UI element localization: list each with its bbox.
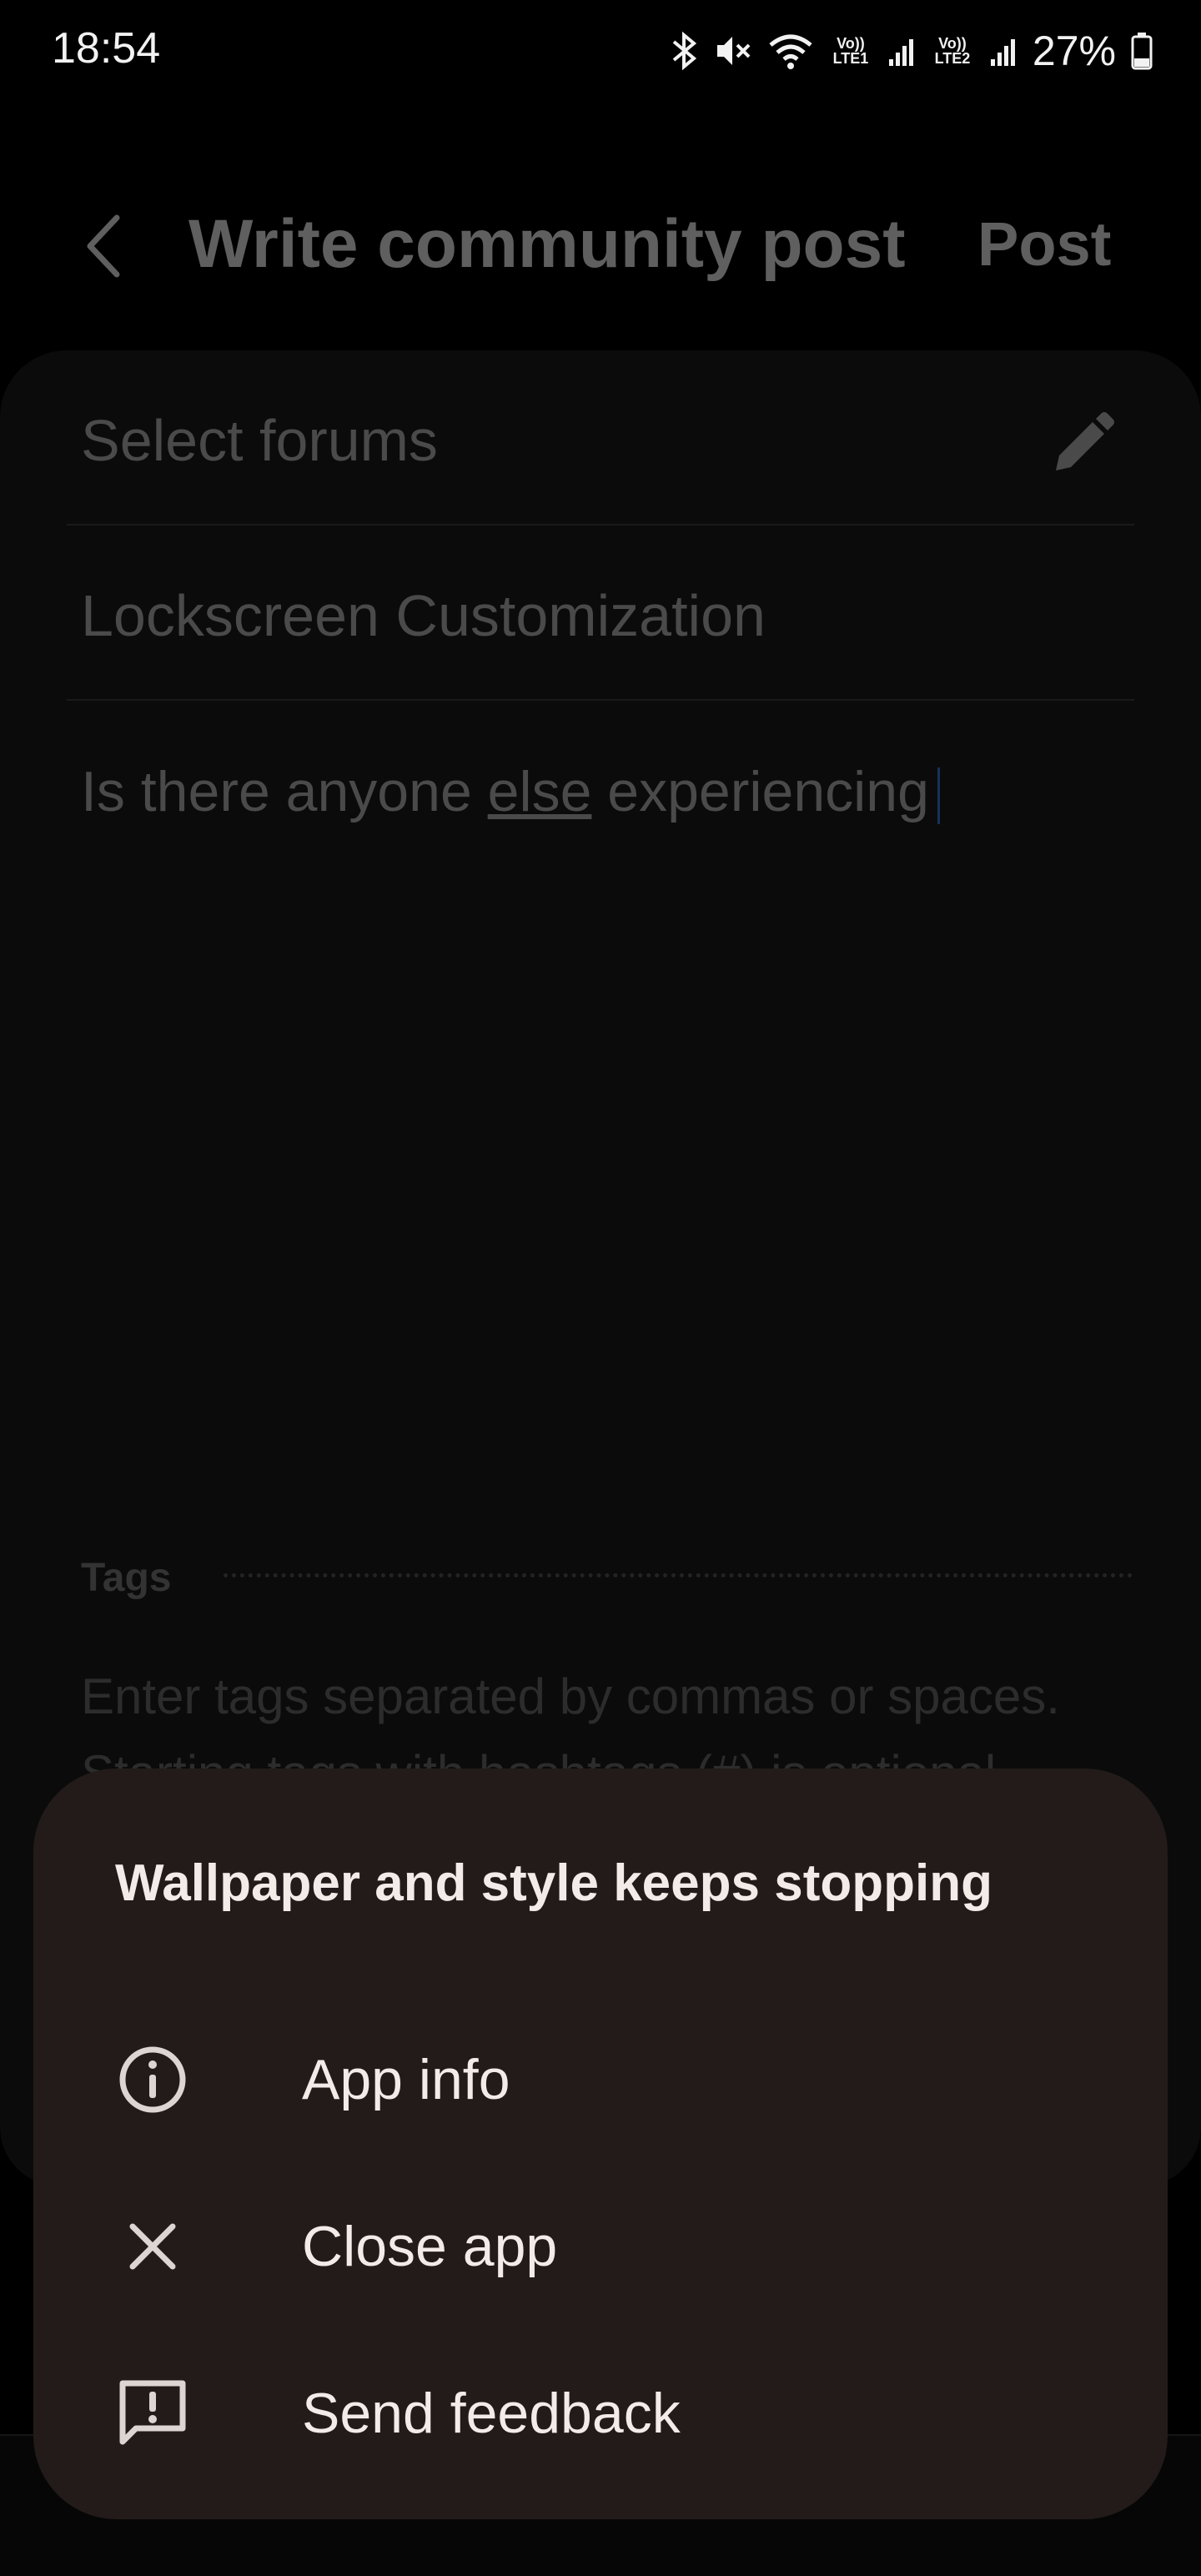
post-title-field[interactable]: Lockscreen Customization [81, 582, 766, 649]
chevron-left-icon [87, 214, 120, 278]
send-feedback-button[interactable]: Send feedback [33, 2334, 1168, 2493]
network-2-label: Vo)) LTE2 [934, 35, 971, 67]
divider [67, 699, 1134, 701]
page-title: Write community post [188, 206, 906, 282]
network-1-label: Vo)) LTE1 [832, 35, 869, 67]
dialog-title: Wallpaper and style keeps stopping [115, 1854, 992, 1912]
tags-label: Tags [81, 1556, 172, 1600]
body-text: experiencing [591, 760, 929, 823]
back-button[interactable] [75, 204, 133, 288]
status-time: 18:54 [52, 24, 161, 73]
feedback-icon [115, 2376, 190, 2451]
mute-icon [714, 32, 752, 70]
post-button[interactable]: Post [977, 209, 1111, 279]
status-bar: 18:54 Vo)) LTE1 Vo)) LTE2 27% [0, 0, 1201, 100]
status-icons: Vo)) LTE1 Vo)) LTE2 27% [671, 23, 1153, 78]
battery-percent: 27% [1032, 28, 1116, 74]
select-forums-field[interactable]: Select forums [81, 407, 438, 474]
signal-icon [989, 34, 1018, 68]
edit-forums-button[interactable] [1041, 402, 1124, 486]
pencil-icon [1056, 412, 1114, 470]
app-info-label: App info [302, 2048, 510, 2111]
tags-divider [224, 1573, 1133, 1577]
body-text: Is there anyone [81, 760, 488, 823]
wifi-icon [767, 32, 814, 70]
close-app-button[interactable]: Close app [33, 2167, 1168, 2326]
post-body-field[interactable]: Is there anyone else experiencing [81, 759, 940, 825]
body-text-underlined: else [487, 760, 592, 823]
signal-icon [887, 34, 916, 68]
battery-icon [1131, 32, 1153, 70]
info-icon [115, 2042, 190, 2117]
close-icon [115, 2209, 190, 2284]
send-feedback-label: Send feedback [302, 2382, 681, 2445]
close-app-label: Close app [302, 2215, 558, 2278]
divider [67, 524, 1134, 526]
text-cursor [937, 767, 940, 825]
app-info-button[interactable]: App info [33, 2000, 1168, 2159]
bluetooth-icon [671, 30, 699, 72]
